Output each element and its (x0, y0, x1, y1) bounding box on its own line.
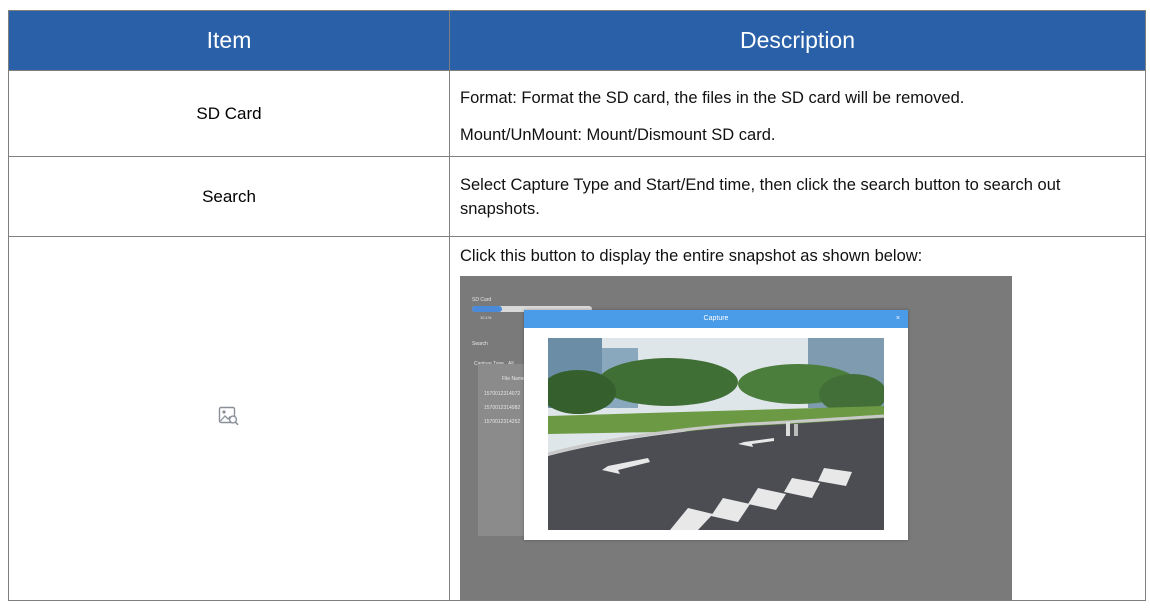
modal-title: Capture (703, 315, 729, 322)
header-description: Description (449, 10, 1146, 71)
file-row: 1570012314252 (484, 419, 521, 425)
close-icon[interactable]: × (896, 310, 900, 328)
description-line: Mount/UnMount: Mount/Dismount SD card. (460, 126, 776, 144)
item-icon-cell (8, 236, 450, 601)
image-search-icon[interactable] (218, 405, 240, 427)
header-item: Item (8, 10, 450, 71)
progress-text: 10.1% (480, 315, 492, 320)
description-line: Click this button to display the entire … (460, 247, 923, 265)
table-row: Click this button to display the entire … (8, 236, 1146, 601)
modal-header: Capture × (524, 310, 908, 328)
description-table: Item Description SD Card Format: Format … (8, 10, 1146, 601)
description-cell: Format: Format the SD card, the files in… (449, 70, 1146, 157)
table-row: Search Select Capture Type and Start/End… (8, 156, 1146, 237)
description-cell: Click this button to display the entire … (449, 236, 1146, 601)
description-cell: Select Capture Type and Start/End time, … (449, 156, 1146, 237)
capture-modal: Capture × (524, 310, 908, 540)
description-line: Select Capture Type and Start/End time, … (460, 175, 1061, 218)
item-sd-card: SD Card (8, 70, 450, 157)
snapshot-screenshot: SD Card 10.1% Search Capture Type All Fi… (460, 276, 1012, 600)
table-row: SD Card Format: Format the SD card, the … (8, 70, 1146, 157)
description-line: Format: Format the SD card, the files in… (460, 89, 965, 107)
item-search: Search (8, 156, 450, 237)
table-header-row: Item Description (8, 10, 1146, 71)
snapshot-photo (548, 338, 884, 530)
